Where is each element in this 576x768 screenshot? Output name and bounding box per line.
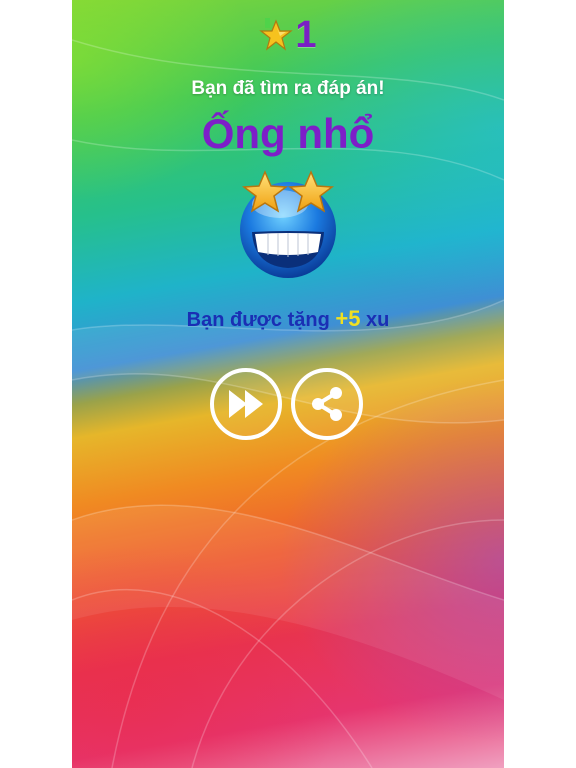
score-value: 1 bbox=[295, 14, 317, 56]
score-display: 1 bbox=[72, 16, 504, 54]
fast-forward-icon bbox=[229, 390, 263, 418]
reward-message: Bạn được tặng +5 xu bbox=[72, 306, 504, 332]
reward-prefix: Bạn được tặng bbox=[186, 309, 330, 331]
star-eyes-smiley-icon bbox=[240, 170, 336, 278]
star-level-icon bbox=[259, 18, 294, 51]
reward-unit: xu bbox=[366, 309, 390, 331]
reward-amount: +5 bbox=[335, 306, 361, 331]
share-icon bbox=[312, 387, 342, 421]
answer-word: Ống nhổ bbox=[201, 110, 375, 157]
next-level-button[interactable] bbox=[210, 368, 282, 440]
share-button[interactable] bbox=[291, 368, 363, 440]
game-result-screen: 1 Bạn đã tìm ra đáp án! Ống nhổ Bạn được… bbox=[72, 0, 504, 768]
found-answer-message: Bạn đã tìm ra đáp án! bbox=[191, 78, 385, 99]
